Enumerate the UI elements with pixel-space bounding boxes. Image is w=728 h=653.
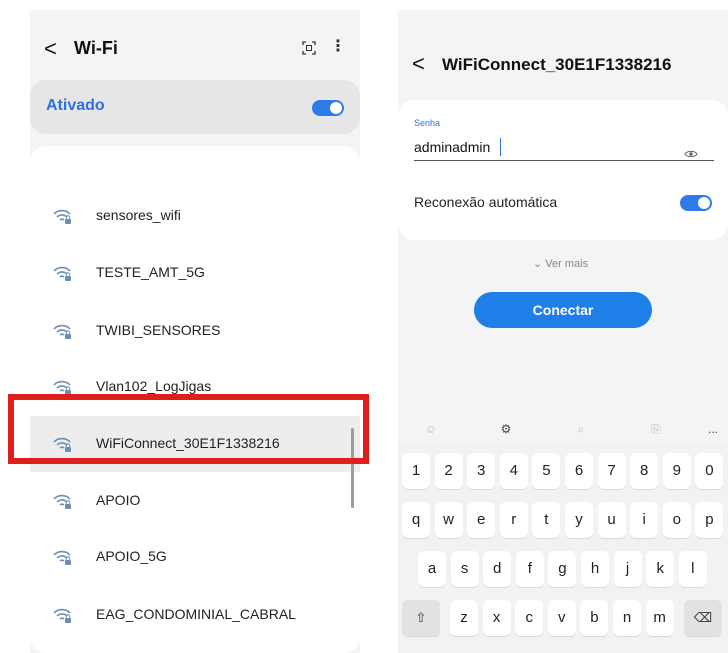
key-s[interactable]: s <box>450 551 479 587</box>
key-6[interactable]: 6 <box>565 453 593 489</box>
key-e[interactable]: e <box>467 502 496 538</box>
key-2[interactable]: 2 <box>434 453 463 489</box>
network-list: JIGAS_ALARMES sensores_wifi TESTE_AMT_5G TW… <box>30 146 360 653</box>
show-password-icon[interactable] <box>684 149 698 159</box>
network-ssid: Vlan102_LogJigas <box>96 378 212 394</box>
back-button[interactable]: < <box>412 53 425 75</box>
wifi-settings-screen: < Wi-Fi ⋮ Ativado JIGAS_ALARMES sensores_… <box>30 10 360 653</box>
network-row[interactable]: APOIO_5G <box>30 529 360 585</box>
network-ssid: sensores_wifi <box>96 207 181 223</box>
key-i[interactable]: i <box>630 502 659 538</box>
network-ssid: APOIO <box>96 492 141 508</box>
key-u[interactable]: u <box>597 502 626 538</box>
key-x[interactable]: x <box>482 600 511 636</box>
network-ssid: TWIBI_SENSORES <box>96 322 221 338</box>
wifi-lock-icon <box>53 266 71 281</box>
wifi-lock-icon <box>53 324 71 339</box>
key-a[interactable]: a <box>418 551 446 587</box>
wifi-enabled-row[interactable]: Ativado <box>30 80 360 134</box>
key-z[interactable]: z <box>450 600 478 636</box>
network-ssid: APOIO_5G <box>96 548 167 564</box>
key-8[interactable]: 8 <box>630 453 659 489</box>
header: < Wi-Fi ⋮ <box>30 10 360 82</box>
password-underline <box>414 160 714 161</box>
wifi-lock-icon <box>53 550 71 565</box>
password-label: Senha <box>414 118 441 128</box>
network-row[interactable]: JIGAS_ALARMES <box>30 146 360 194</box>
wifi-lock-icon <box>53 437 71 452</box>
scrollbar[interactable] <box>351 428 354 508</box>
key-t[interactable]: t <box>532 502 561 538</box>
settings-icon[interactable]: ⚙ <box>499 422 513 436</box>
auto-reconnect-label: Reconexão automática <box>414 194 558 210</box>
keyboard: 1 2 3 4 5 6 7 8 9 0 q w e r t y u i o p a s d f g h j k l ⇧ z x c v b n m ⌫ <box>398 445 728 653</box>
key-y[interactable]: y <box>565 502 593 538</box>
qr-scan-icon[interactable] <box>302 41 316 55</box>
network-ssid: TESTE_AMT_5G <box>96 264 205 280</box>
back-button[interactable]: < <box>44 38 57 60</box>
network-row[interactable]: EAG_CONDOMINIAL_CABRAL <box>30 587 360 643</box>
wifi-lock-icon <box>53 494 71 509</box>
network-ssid: WiFiConnect_30E1F1338216 <box>96 435 280 451</box>
network-title: WiFiConnect_30E1F1338216 <box>442 55 672 74</box>
keyboard-toolbar: ☺ ⚙ ⌕ ⎘ ... <box>398 415 728 445</box>
key-0[interactable]: 0 <box>695 453 724 489</box>
key-1[interactable]: 1 <box>402 453 430 489</box>
network-row[interactable]: TWIBI_SENSORES <box>30 303 360 359</box>
wifi-connect-screen: < WiFiConnect_30E1F1338216 Senha Reconex… <box>398 10 728 653</box>
key-q[interactable]: q <box>402 502 430 538</box>
key-k[interactable]: k <box>646 551 675 587</box>
text-cursor <box>500 138 501 156</box>
more-options-icon[interactable]: ⋮ <box>330 39 346 55</box>
key-f[interactable]: f <box>515 551 544 587</box>
key-n[interactable]: n <box>613 600 641 636</box>
network-row[interactable]: APOIO <box>30 473 360 529</box>
key-4[interactable]: 4 <box>499 453 528 489</box>
network-row[interactable]: sensores_wifi <box>30 188 360 244</box>
key-d[interactable]: d <box>483 551 512 587</box>
key-l[interactable]: l <box>678 551 707 587</box>
clipboard-icon[interactable]: ⎘ <box>649 422 663 436</box>
wifi-lock-icon <box>53 608 71 623</box>
wifi-toggle[interactable] <box>312 100 344 116</box>
key-b[interactable]: b <box>580 600 609 636</box>
password-field[interactable] <box>414 136 684 158</box>
connection-form: Senha Reconexão automática <box>398 100 728 240</box>
key-p[interactable]: p <box>695 502 724 538</box>
shift-key[interactable]: ⇧ <box>402 600 440 636</box>
search-icon[interactable]: ⌕ <box>574 422 588 436</box>
key-c[interactable]: c <box>515 600 544 636</box>
key-7[interactable]: 7 <box>597 453 626 489</box>
key-g[interactable]: g <box>548 551 577 587</box>
key-3[interactable]: 3 <box>467 453 496 489</box>
key-9[interactable]: 9 <box>662 453 691 489</box>
backspace-key[interactable]: ⌫ <box>684 600 722 636</box>
key-m[interactable]: m <box>645 600 674 636</box>
network-row[interactable]: TESTE_AMT_5G <box>30 245 360 301</box>
page-title: Wi-Fi <box>74 38 118 58</box>
key-o[interactable]: o <box>662 502 691 538</box>
key-v[interactable]: v <box>547 600 576 636</box>
emoji-icon[interactable]: ☺ <box>424 422 438 436</box>
network-ssid: EAG_CONDOMINIAL_CABRAL <box>96 606 296 622</box>
key-r[interactable]: r <box>499 502 528 538</box>
key-j[interactable]: j <box>613 551 642 587</box>
toolbar-more-icon[interactable]: ... <box>706 422 720 436</box>
wifi-lock-icon <box>53 209 71 224</box>
network-row[interactable]: Vlan102_LogJigas <box>30 359 360 415</box>
connect-button[interactable]: Conectar <box>474 292 652 328</box>
wifi-enabled-label: Ativado <box>46 97 105 114</box>
wifi-lock-icon <box>53 380 71 395</box>
key-5[interactable]: 5 <box>532 453 561 489</box>
show-more-link[interactable]: ⌄ Ver mais <box>533 257 588 270</box>
auto-reconnect-toggle[interactable] <box>680 195 712 211</box>
key-h[interactable]: h <box>581 551 609 587</box>
network-row[interactable]: WiFiConnect_30E1F1338216 <box>30 416 360 472</box>
key-w[interactable]: w <box>434 502 463 538</box>
